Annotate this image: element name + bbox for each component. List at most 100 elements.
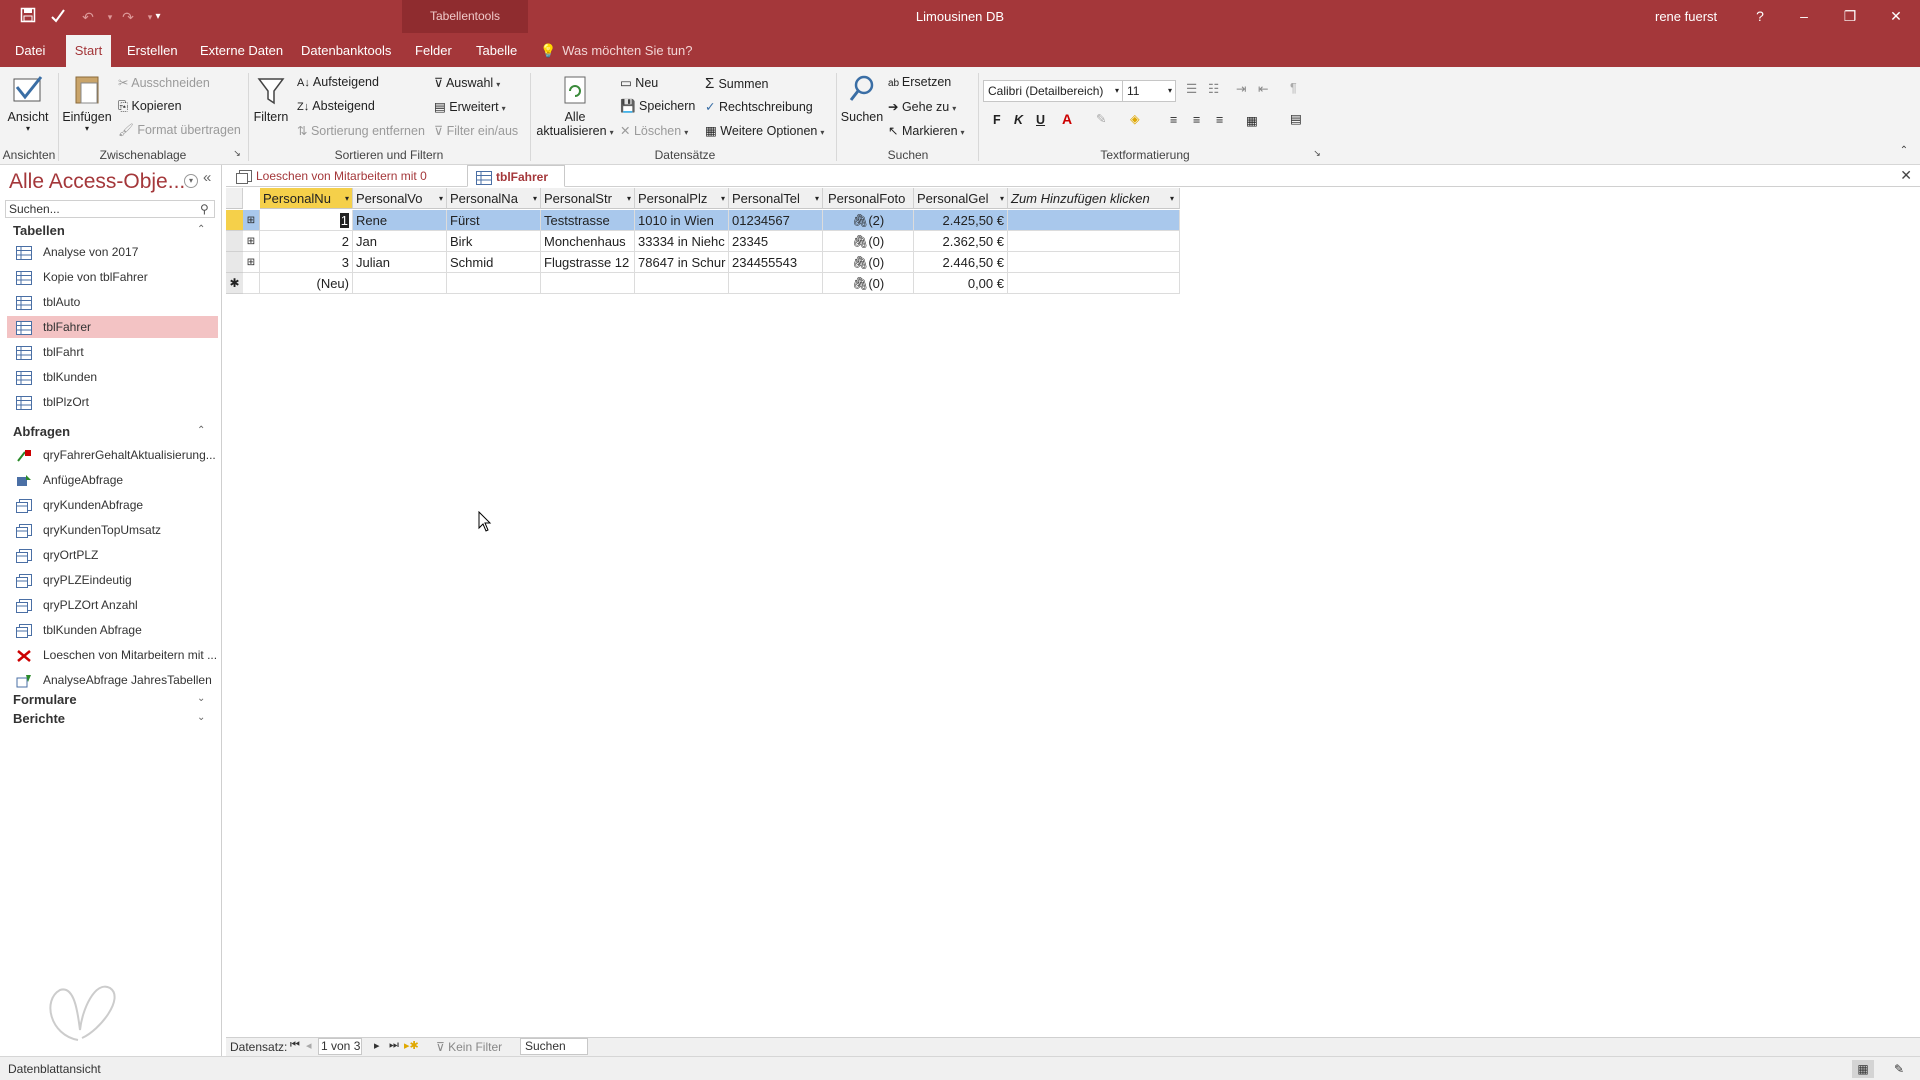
cell-gehalt[interactable]: 2.425,50 €	[914, 210, 1008, 231]
collapse-section-icon[interactable]: ⌃	[197, 425, 205, 436]
sortierung-entfernen-button[interactable]: ⇅ Sortierung entfernen	[297, 123, 425, 138]
auswahl-button[interactable]: ⊽ Auswahl ▾	[434, 75, 500, 90]
undo-dropdown-icon[interactable]: ▾	[100, 7, 120, 27]
nav-item-query[interactable]: tblKunden Abfrage	[7, 619, 218, 641]
bullet-list-icon[interactable]: ☰	[1186, 81, 1197, 96]
text-direction-icon[interactable]: ¶	[1290, 81, 1297, 95]
cell-strasse[interactable]	[541, 273, 635, 294]
text-dialog-launcher-icon[interactable]: ↘	[1312, 148, 1322, 159]
cell-name[interactable]: Schmid	[447, 252, 541, 273]
kopieren-button[interactable]: ⎘ Kopieren	[118, 99, 182, 114]
nav-item-query[interactable]: qryPLZEindeutig	[7, 569, 218, 591]
cell-personalnummer[interactable]: 3	[260, 252, 353, 273]
increase-indent-icon[interactable]: ⇥	[1236, 81, 1246, 96]
nav-item-query[interactable]: qryPLZOrt Anzahl	[7, 594, 218, 616]
tab-felder[interactable]: Felder	[407, 33, 460, 67]
cell-personalnummer[interactable]: 1	[260, 210, 353, 231]
absteigend-button[interactable]: Z↓ Absteigend	[297, 99, 375, 113]
cell-plz[interactable]: 33334 in Niehc	[635, 231, 729, 252]
column-header-personalgehalt[interactable]: PersonalGel ▾	[914, 188, 1008, 209]
expand-row-icon[interactable]: ⊞	[243, 210, 260, 231]
nav-dropdown-icon[interactable]: ▾	[184, 174, 198, 188]
cell-tel[interactable]	[729, 273, 823, 294]
column-header-personalnummer[interactable]: PersonalNu ▾	[260, 188, 353, 209]
section-formulare[interactable]: Formulare	[13, 692, 77, 707]
section-tabellen[interactable]: Tabellen	[13, 223, 65, 238]
undo-icon[interactable]: ↶	[78, 7, 98, 27]
loeschen-button[interactable]: ✕ Löschen ▾	[620, 123, 688, 138]
einfuegen-button[interactable]: Einfügen ▾	[62, 73, 112, 133]
markieren-button[interactable]: ↖ Markieren ▾	[888, 123, 965, 138]
tab-tabelle[interactable]: Tabelle	[468, 33, 525, 67]
filtern-button[interactable]: Filtern	[252, 73, 290, 124]
help-button[interactable]: ?	[1738, 0, 1782, 33]
numbered-list-icon[interactable]: ☷	[1208, 81, 1219, 96]
row-selector[interactable]	[226, 210, 243, 231]
cell-foto[interactable]: 🖇(0)	[823, 231, 914, 252]
cell-name[interactable]	[447, 273, 541, 294]
expand-row-icon[interactable]: ⊞	[243, 231, 260, 252]
cell-foto[interactable]: 🖇(2)	[823, 210, 914, 231]
record-position-input[interactable]: 1 von 3	[318, 1038, 362, 1055]
ausschneiden-button[interactable]: ✂ Ausschneiden	[118, 75, 210, 90]
ersetzen-button[interactable]: ab Ersetzen	[888, 75, 951, 89]
next-record-icon[interactable]: ▸	[374, 1039, 380, 1052]
font-size-select[interactable]: 11 ▾	[1122, 80, 1176, 102]
nav-item-table[interactable]: tblAuto	[7, 291, 218, 313]
tab-datenbanktools[interactable]: Datenbanktools	[293, 33, 399, 67]
align-left-icon[interactable]: ≡	[1170, 113, 1177, 127]
user-name[interactable]: rene fuerst	[1655, 0, 1717, 33]
tell-me-search[interactable]: 💡 Was möchten Sie tun?	[540, 33, 693, 67]
nav-item-query[interactable]: Loeschen von Mitarbeitern mit ...	[7, 644, 218, 666]
expand-section-icon[interactable]: ⌄	[197, 712, 205, 723]
datasheet-search-input[interactable]: Suchen	[520, 1038, 588, 1055]
align-right-icon[interactable]: ≡	[1216, 113, 1223, 127]
cell-vorname[interactable]: Julian	[353, 252, 447, 273]
cell-personalnummer[interactable]: 2	[260, 231, 353, 252]
cell-strasse[interactable]: Teststrasse	[541, 210, 635, 231]
cell-plz[interactable]	[635, 273, 729, 294]
column-header-personalvorname[interactable]: PersonalVo ▾	[353, 188, 447, 209]
italic-button[interactable]: K	[1014, 113, 1023, 127]
nav-pane-title[interactable]: Alle Access-Obje...	[9, 170, 185, 194]
cell-vorname[interactable]: Rene	[353, 210, 447, 231]
restore-button[interactable]: ❐	[1828, 0, 1872, 33]
new-record-nav-icon[interactable]: ▸✱	[404, 1039, 419, 1052]
cell-gehalt[interactable]: 2.362,50 €	[914, 231, 1008, 252]
erweitert-button[interactable]: ▤ Erweitert ▾	[434, 99, 506, 114]
format-uebertragen-button[interactable]: 🖌 Format übertragen	[118, 123, 241, 138]
nav-item-table[interactable]: Kopie von tblFahrer	[7, 266, 218, 288]
weitere-optionen-button[interactable]: ▦ Weitere Optionen ▾	[705, 123, 824, 138]
font-name-select[interactable]: Calibri (Detailbereich) ▾	[983, 80, 1123, 102]
cell-plz[interactable]: 78647 in Schur	[635, 252, 729, 273]
neu-button[interactable]: ▭ Neu	[620, 75, 658, 90]
column-header-add-field[interactable]: Zum Hinzufügen klicken ▾	[1008, 188, 1180, 209]
last-record-icon[interactable]: ⏭	[389, 1039, 399, 1052]
decrease-indent-icon[interactable]: ⇤	[1258, 81, 1268, 96]
column-header-personalplz[interactable]: PersonalPlz ▾	[635, 188, 729, 209]
cell-add-field[interactable]	[1008, 231, 1180, 252]
cell-gehalt[interactable]: 2.446,50 €	[914, 252, 1008, 273]
cell-add-field[interactable]	[1008, 252, 1180, 273]
redo-icon[interactable]: ↷	[118, 7, 138, 27]
column-header-personalstrasse[interactable]: PersonalStr ▾	[541, 188, 635, 209]
nav-item-table[interactable]: tblFahrt	[7, 341, 218, 363]
nav-item-query[interactable]: qryFahrerGehaltAktualisierung...	[7, 444, 218, 466]
font-color-icon[interactable]: A	[1062, 111, 1072, 127]
alternate-row-color-icon[interactable]: ▤	[1290, 111, 1302, 126]
minimize-button[interactable]: –	[1782, 0, 1826, 33]
close-document-icon[interactable]: ✕	[1900, 167, 1912, 184]
ansicht-button[interactable]: Ansicht ▾	[6, 73, 50, 133]
underline-button[interactable]: U	[1036, 113, 1045, 127]
cell-tel[interactable]: 234455543	[729, 252, 823, 273]
cell-name[interactable]: Fürst	[447, 210, 541, 231]
column-header-personalfoto[interactable]: PersonalFoto	[823, 188, 914, 209]
cell-gehalt[interactable]: 0,00 €	[914, 273, 1008, 294]
highlight-icon[interactable]: ✎	[1096, 111, 1106, 126]
no-filter-button[interactable]: ⊽ Kein Filter	[436, 1040, 502, 1054]
cell-foto[interactable]: 🖇(0)	[823, 273, 914, 294]
nav-item-table-selected[interactable]: tblFahrer	[7, 316, 218, 338]
aufsteigend-button[interactable]: A↓ Aufsteigend	[297, 75, 379, 89]
suchen-button[interactable]: Suchen	[840, 73, 884, 124]
cell-add-field[interactable]	[1008, 210, 1180, 231]
